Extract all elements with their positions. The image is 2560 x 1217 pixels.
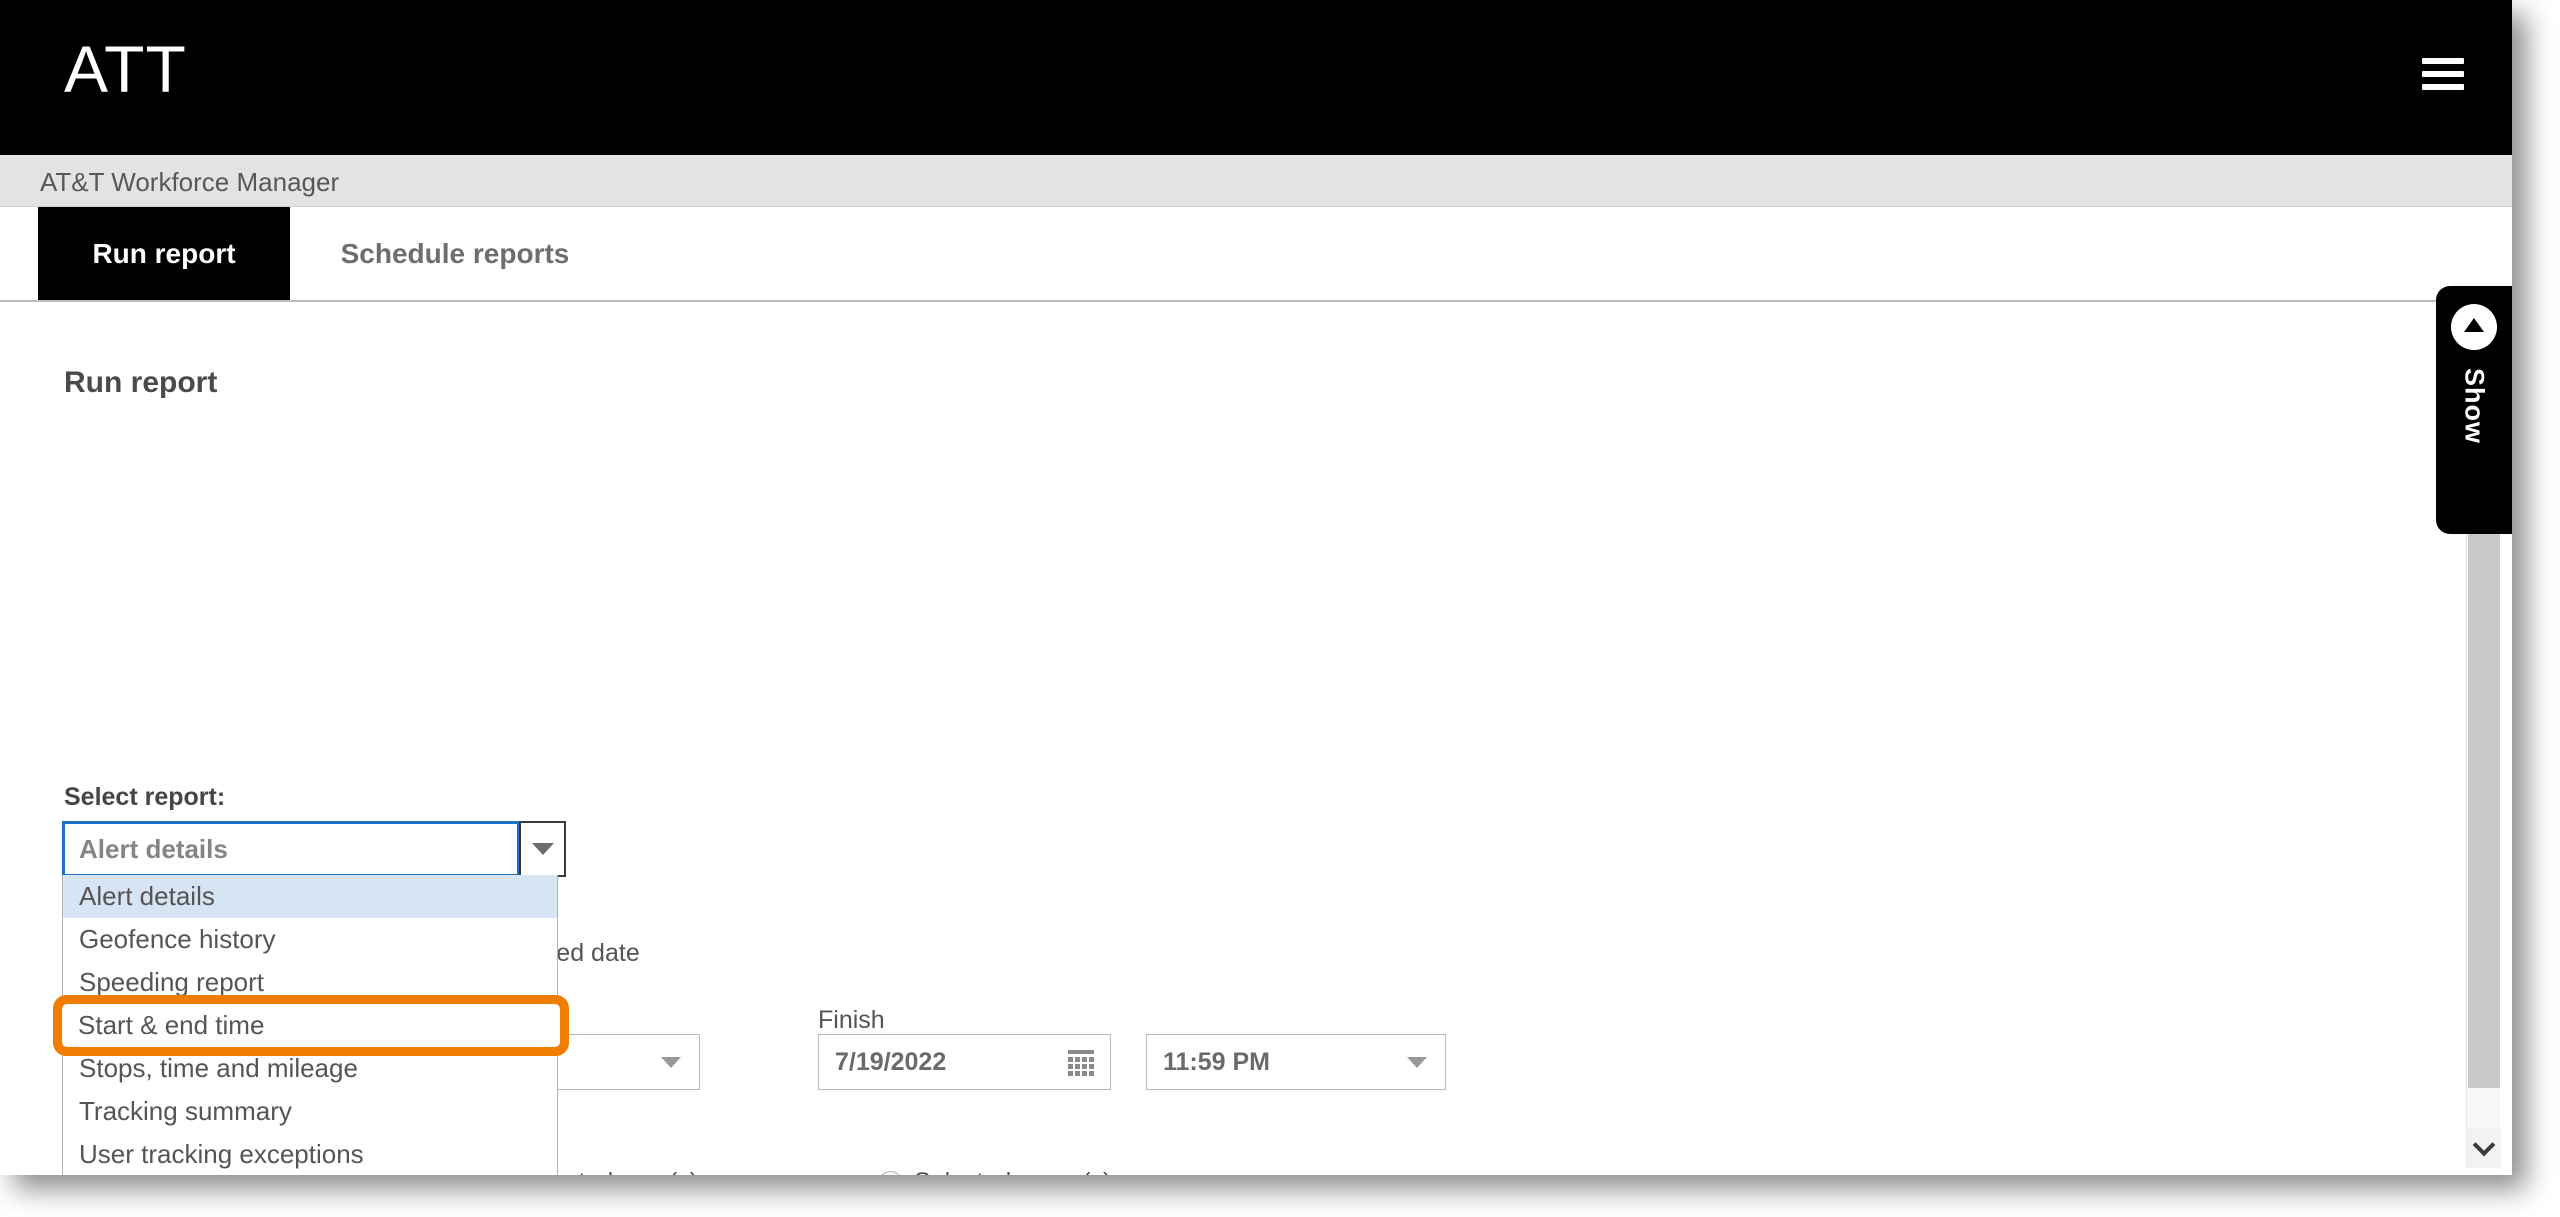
select-report-field[interactable]: Alert details [62, 821, 520, 877]
app-title-strip: AT&T Workforce Manager [0, 155, 2512, 207]
hamburger-menu-icon[interactable] [2422, 58, 2464, 90]
tab-run-report[interactable]: Run report [38, 207, 290, 300]
chevron-down-icon [661, 1057, 681, 1068]
select-report-label: Select report: [64, 783, 226, 811]
content-pane: Run report Select report: ulated date Fi… [0, 309, 2512, 1175]
app-title: AT&T Workforce Manager [40, 167, 340, 197]
select-report-value: Alert details [79, 833, 228, 864]
finish-time-value: 11:59 PM [1163, 1047, 1271, 1076]
finish-label: Finish [818, 1006, 885, 1034]
top-bar: ATT [0, 0, 2512, 155]
chevron-down-icon [531, 843, 554, 855]
show-panel-label: Show [2459, 368, 2490, 444]
option-stops-time-and-mileage[interactable]: Stops, time and mileage [63, 1047, 557, 1090]
brand-logo: ATT [64, 32, 187, 106]
option-start-and-end-time[interactable]: Start & end time [62, 1004, 560, 1047]
radio-selected-groups-label: Selected group(s) [914, 1168, 1111, 1175]
app-window: ATT AT&T Workforce Manager Run report Sc… [0, 0, 2512, 1175]
chevron-down-icon [1407, 1057, 1427, 1068]
finish-time-select[interactable]: 11:59 PM [1146, 1034, 1446, 1090]
arrow-left-circle-icon [2451, 304, 2497, 350]
page-title: Run report [64, 366, 218, 399]
report-form: Run report Select report: ulated date Fi… [0, 309, 2400, 1175]
option-user-tracking-exceptions[interactable]: User tracking exceptions [63, 1133, 557, 1175]
show-panel-tab[interactable]: Show [2436, 286, 2512, 534]
finish-date-input[interactable]: 7/19/2022 [818, 1034, 1111, 1090]
finish-date-value: 7/19/2022 [835, 1047, 947, 1076]
option-alert-details[interactable]: Alert details [63, 875, 557, 918]
select-report-combobox[interactable]: Alert details [62, 821, 566, 877]
select-report-option-list[interactable]: Alert details Geofence history Speeding … [62, 875, 560, 1175]
chevron-down-icon [2472, 1133, 2496, 1157]
calendar-icon[interactable] [1068, 1050, 1094, 1076]
tab-bar: Run report Schedule reports [0, 207, 2512, 302]
option-tracking-summary[interactable]: Tracking summary [63, 1090, 557, 1133]
scrollbar-down-arrow[interactable] [2467, 1128, 2501, 1168]
option-geofence-history[interactable]: Geofence history [63, 918, 557, 961]
option-speeding-report[interactable]: Speeding report [63, 961, 557, 1004]
select-report-dropdown-button[interactable] [519, 821, 566, 877]
tab-schedule-reports[interactable]: Schedule reports [320, 207, 590, 300]
radio-selected-groups[interactable] [878, 1171, 903, 1175]
